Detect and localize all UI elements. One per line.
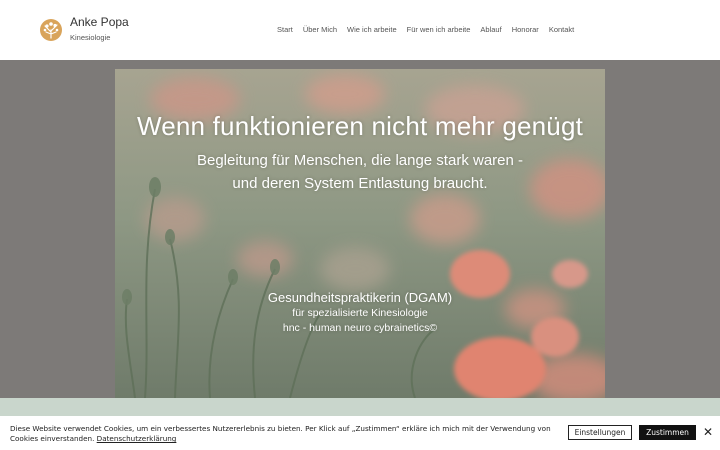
nav-item-ueber-mich[interactable]: Über Mich: [303, 25, 337, 34]
main-nav: Start Über Mich Wie ich arbeite Für wen …: [277, 25, 574, 34]
nav-item-kontakt[interactable]: Kontakt: [549, 25, 574, 34]
hero-subline-2: und deren System Entlastung braucht.: [232, 175, 488, 192]
hero-credential-specialization: für spezialisierte Kinesiologie: [292, 307, 428, 319]
cookie-message: Diese Website verwendet Cookies, um ein …: [10, 424, 551, 443]
nav-item-honorar[interactable]: Honorar: [512, 25, 539, 34]
hero-section: Wenn funktionieren nicht mehr genügt Beg…: [115, 69, 605, 398]
hero-credential-method: hnc - human neuro cybrainetics©: [282, 322, 438, 334]
nav-item-ablauf[interactable]: Ablauf: [480, 25, 501, 34]
brand-subtitle: Kinesiologie: [70, 33, 111, 42]
privacy-policy-link[interactable]: Datenschutzerklärung: [97, 434, 177, 443]
hero-subline-1: Begleitung für Menschen, die lange stark…: [196, 152, 523, 169]
nav-item-fuer-wen-ich-arbeite[interactable]: Für wen ich arbeite: [407, 25, 471, 34]
nav-item-wie-ich-arbeite[interactable]: Wie ich arbeite: [347, 25, 397, 34]
close-icon[interactable]: ✕: [702, 425, 714, 439]
section-divider: [0, 398, 720, 416]
brand-name[interactable]: Anke Popa: [70, 15, 129, 29]
cookie-text: Diese Website verwendet Cookies, um ein …: [10, 424, 555, 444]
tree-logo-icon[interactable]: [40, 19, 62, 41]
cookie-settings-button[interactable]: Einstellungen: [568, 425, 632, 440]
cookie-banner: Diese Website verwendet Cookies, um ein …: [0, 416, 720, 450]
cookie-accept-button[interactable]: Zustimmen: [639, 425, 696, 440]
nav-item-start[interactable]: Start: [277, 25, 293, 34]
hero-headline: Wenn funktionieren nicht mehr genügt: [136, 111, 584, 141]
site-header: Anke Popa Kinesiologie Start Über Mich W…: [0, 0, 720, 60]
hero-credential-title: Gesundheitspraktikerin (DGAM): [267, 290, 453, 305]
